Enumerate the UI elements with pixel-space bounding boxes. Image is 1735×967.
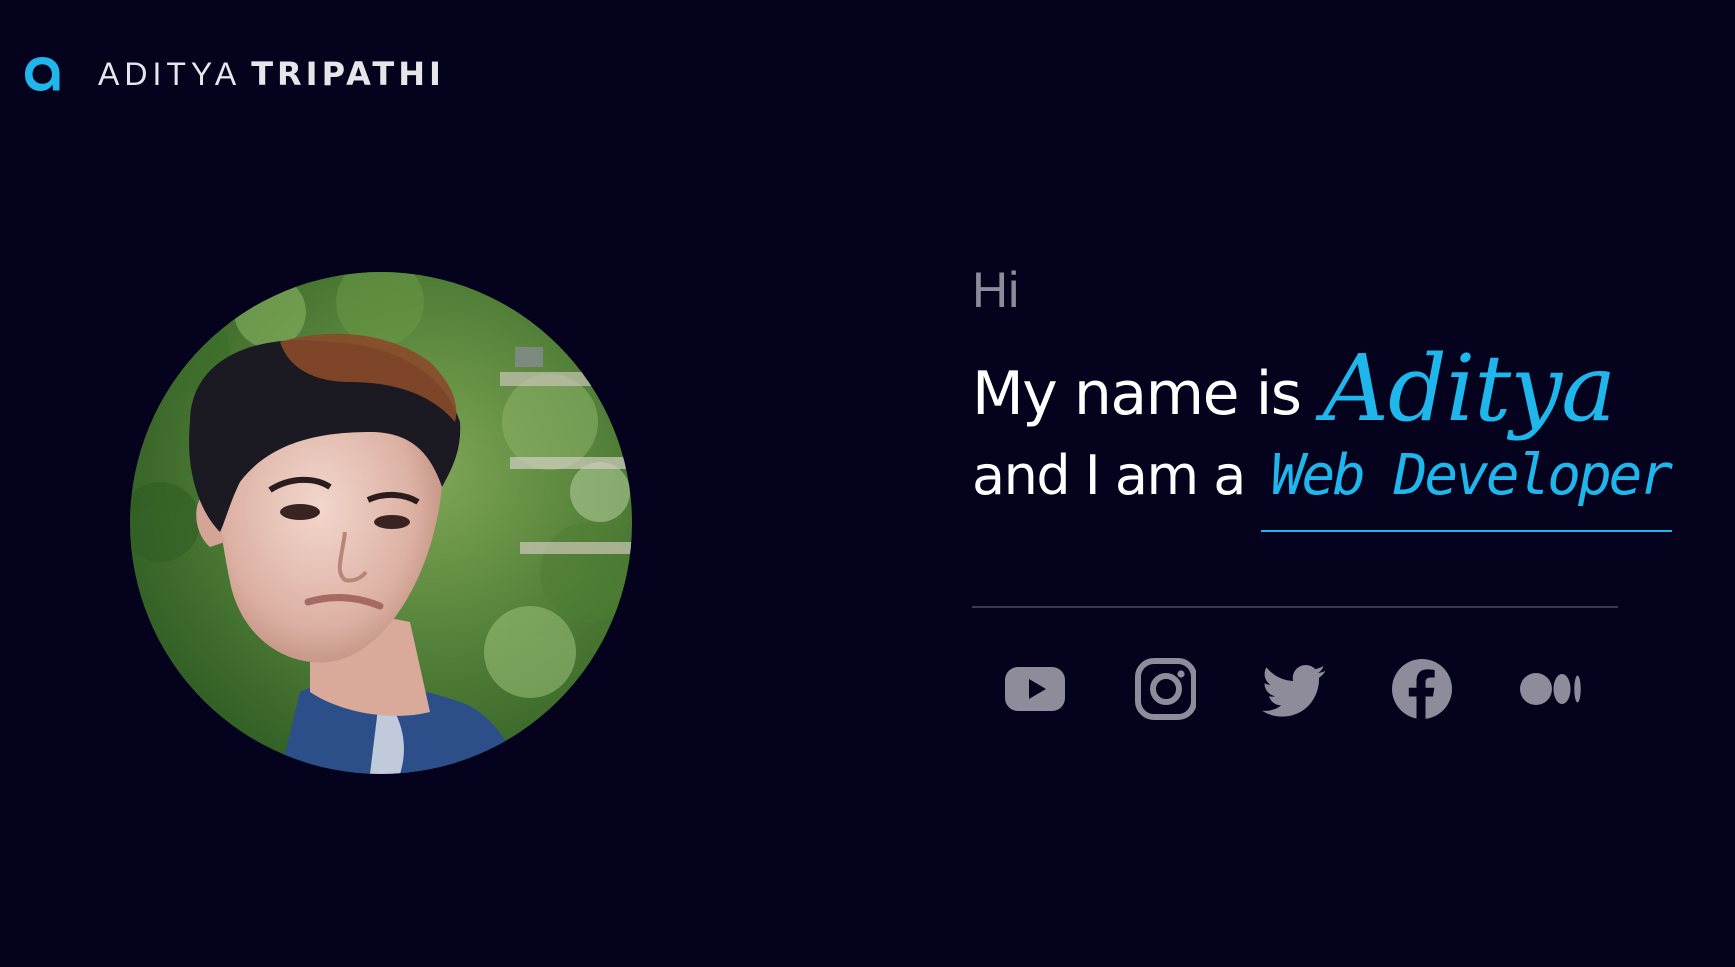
youtube-icon — [1005, 667, 1065, 711]
letter-a-logo-icon — [25, 57, 60, 91]
facebook-icon — [1392, 659, 1452, 719]
medium-link[interactable] — [1519, 657, 1583, 721]
twitter-icon — [1262, 665, 1325, 717]
role-container: Web Developer — [1260, 443, 1673, 532]
logo-link[interactable] — [22, 52, 62, 96]
role-prefix: and I am a — [972, 444, 1246, 507]
instagram-link[interactable] — [1132, 657, 1196, 721]
site-header: ADITYA TRIPATHI — [22, 52, 445, 96]
profile-photo — [130, 272, 632, 774]
instagram-icon — [1135, 658, 1196, 720]
name-line: My name is Aditya — [972, 337, 1622, 435]
social-links — [1003, 657, 1583, 721]
role-typed-text: Web Developer — [1270, 443, 1673, 508]
name-prefix: My name is — [972, 359, 1302, 429]
role-underline — [1260, 530, 1673, 532]
brand-name[interactable]: ADITYA TRIPATHI — [98, 58, 445, 90]
intro-section: Hi My name is Aditya and I am a Web Deve… — [972, 262, 1673, 532]
medium-icon — [1520, 673, 1581, 705]
role-line: and I am a Web Developer — [972, 443, 1673, 532]
brand-last-name: TRIPATHI — [251, 55, 445, 93]
facebook-link[interactable] — [1390, 657, 1454, 721]
greeting-text: Hi — [972, 262, 1020, 318]
brand-first-name: ADITYA — [98, 56, 242, 92]
name-highlight: Aditya — [1322, 335, 1617, 442]
twitter-link[interactable] — [1261, 657, 1325, 721]
youtube-link[interactable] — [1003, 657, 1067, 721]
section-divider — [972, 606, 1618, 608]
profile-photo-illustration — [130, 272, 632, 774]
